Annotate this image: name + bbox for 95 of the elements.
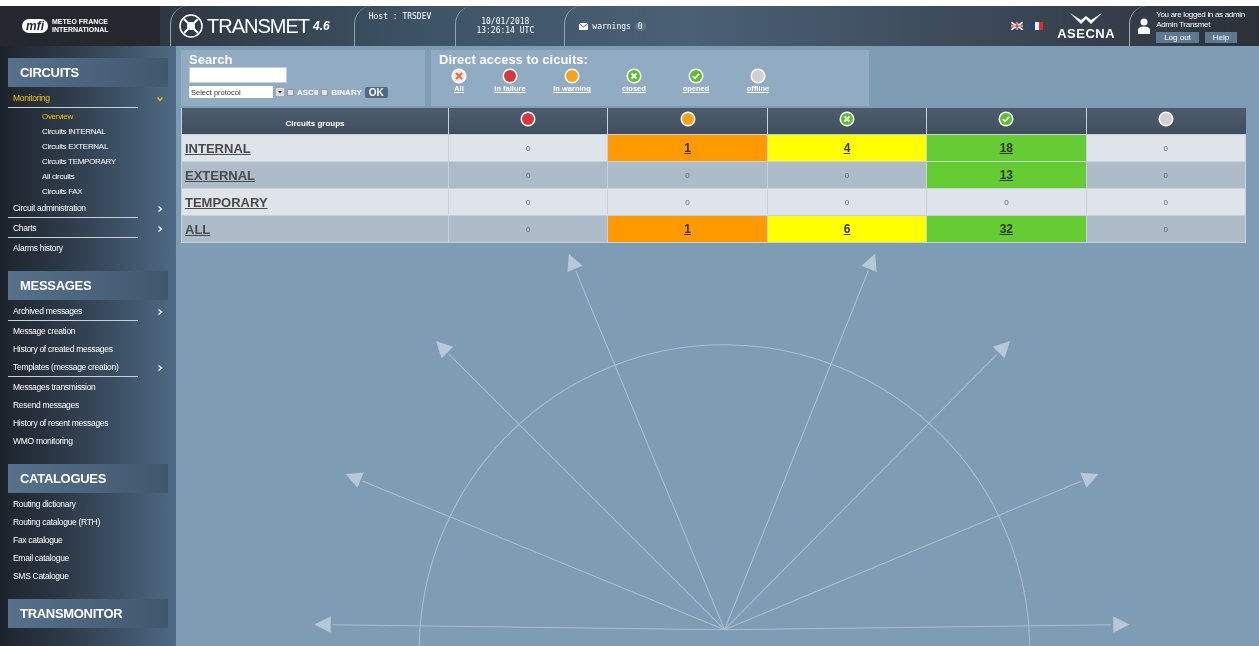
menu-item[interactable]: Charts xyxy=(8,219,138,238)
count-cell: 0 xyxy=(767,161,927,189)
failure-status-icon[interactable] xyxy=(502,68,518,84)
cross-status-icon xyxy=(838,111,855,127)
count-cell: 0 xyxy=(607,161,768,189)
logo-text: mfi xyxy=(22,19,48,33)
app-version: 4.6 xyxy=(313,19,330,33)
submenu-item[interactable]: Circuits EXTERNAL xyxy=(8,139,176,154)
count-link[interactable]: 6 xyxy=(843,222,851,236)
user-icon xyxy=(1138,18,1151,34)
section-header[interactable]: TRANSMONITOR xyxy=(8,599,168,628)
cross-status-icon[interactable] xyxy=(626,68,642,84)
checkbox[interactable] xyxy=(321,88,329,96)
group-link[interactable]: INTERNAL xyxy=(185,140,251,156)
satellite-icon xyxy=(179,14,203,38)
login-status: You are logged in as admin xyxy=(1156,9,1245,20)
submenu-item[interactable]: Circuits INTERNAL xyxy=(8,124,176,139)
chevron-right-icon[interactable] xyxy=(157,206,163,212)
check-status-icon[interactable] xyxy=(688,68,704,84)
menu-item[interactable]: History of resent messages xyxy=(8,414,158,432)
menu-item[interactable]: Monitoring xyxy=(8,89,138,108)
menu-item[interactable]: Routing dictionary xyxy=(8,495,158,513)
all-status-icon[interactable] xyxy=(451,68,467,84)
submenu-item[interactable]: Overview xyxy=(8,109,176,124)
group-link[interactable]: TEMPORARY xyxy=(185,194,268,210)
count-cell: 0 xyxy=(926,188,1087,216)
count-cell: 0 xyxy=(448,134,608,162)
failure-status-icon xyxy=(520,111,537,127)
menu-item[interactable]: SMS Catalogue xyxy=(8,567,158,585)
warning-status-icon[interactable] xyxy=(564,68,580,84)
count-cell: 0 xyxy=(448,161,608,189)
submenu-item[interactable]: Circuits FAX xyxy=(8,184,176,199)
app-title: TRANSMET xyxy=(207,14,309,38)
header-button[interactable]: Help xyxy=(1204,31,1238,43)
section-header[interactable]: CATALOGUES xyxy=(8,464,168,493)
host-label: Host : TRSDEV xyxy=(368,11,432,21)
panel-title: Direct access to cicuits: xyxy=(439,52,589,67)
menu-item[interactable]: Archived messages xyxy=(8,302,138,321)
section-header[interactable]: MESSAGES xyxy=(8,271,168,300)
offline-status-icon[interactable] xyxy=(750,68,766,84)
count-cell: 0 xyxy=(1086,188,1246,216)
menu-item[interactable]: Routing catalogue (RTH) xyxy=(8,513,158,531)
count-cell: 0 xyxy=(448,215,608,243)
submenu-item[interactable]: All circuits xyxy=(8,169,176,184)
checkbox-label: BINARY xyxy=(331,87,362,97)
panel-title: Search xyxy=(189,52,234,67)
envelope-icon xyxy=(579,22,589,30)
checkbox[interactable] xyxy=(287,88,294,96)
count-link[interactable]: 1 xyxy=(684,141,691,155)
uk-flag-icon[interactable] xyxy=(1011,22,1024,30)
menu-item[interactable]: Fax catalogue xyxy=(8,531,158,549)
time-text: 13:26:14 UTC xyxy=(476,26,535,35)
search-field[interactable] xyxy=(189,67,287,83)
count-link[interactable]: 32 xyxy=(999,222,1014,236)
group-link[interactable]: ALL xyxy=(185,221,211,237)
count-link[interactable]: 1 xyxy=(684,222,691,236)
menu-item[interactable]: WMO monitoring xyxy=(8,432,158,450)
count-cell: 0 xyxy=(767,188,927,216)
menu-item[interactable]: Alarms history xyxy=(8,239,158,257)
ok-button[interactable]: OK xyxy=(364,86,388,98)
menu-item[interactable]: Resend messages xyxy=(8,396,158,414)
count-link[interactable]: 13 xyxy=(999,168,1014,182)
count-link[interactable]: 18 xyxy=(999,141,1014,155)
count-cell: 0 xyxy=(448,188,608,216)
dropdown-caret-icon[interactable] xyxy=(276,88,284,96)
column-header: Circuits groups xyxy=(285,119,345,128)
count-cell: 0 xyxy=(607,188,768,216)
menu-item[interactable]: Circuit administration xyxy=(8,199,138,218)
menu-item[interactable]: Message creation xyxy=(8,322,158,340)
chevron-right-icon[interactable] xyxy=(157,309,163,315)
chevron-right-icon[interactable] xyxy=(157,226,163,232)
section-header[interactable]: CIRCUITS xyxy=(8,58,168,87)
header-button[interactable]: Log out xyxy=(1156,31,1199,43)
date-text: 10/01/2018 xyxy=(481,17,530,26)
count-cell: 0 xyxy=(1086,215,1246,243)
check-status-icon xyxy=(998,111,1015,127)
menu-item[interactable]: Messages transmission xyxy=(8,378,158,396)
count-link[interactable]: 4 xyxy=(843,141,851,155)
count-cell: 0 xyxy=(1086,134,1246,162)
submenu-item[interactable]: Circuits TEMPORARY xyxy=(8,154,176,169)
checkbox-label: ASCII xyxy=(297,87,319,97)
chevron-right-icon[interactable] xyxy=(157,365,163,371)
menu-item[interactable]: Templates (message creation) xyxy=(8,358,138,377)
chevron-down-icon[interactable] xyxy=(157,96,163,102)
group-link[interactable]: EXTERNAL xyxy=(185,167,256,183)
brand-name: ASECNA xyxy=(1057,25,1116,41)
warnings-count: 0 xyxy=(634,21,646,31)
menu-item[interactable]: History of created messages xyxy=(8,340,158,358)
user-name: Admin Transmet xyxy=(1156,19,1212,30)
menu-item[interactable]: Email catalogue xyxy=(8,549,158,567)
french-flag-icon[interactable] xyxy=(1031,22,1044,30)
warnings-label: warnings xyxy=(592,21,631,31)
warning-status-icon xyxy=(679,111,696,127)
count-cell: 0 xyxy=(1086,161,1246,189)
offline-status-icon xyxy=(1158,111,1175,127)
